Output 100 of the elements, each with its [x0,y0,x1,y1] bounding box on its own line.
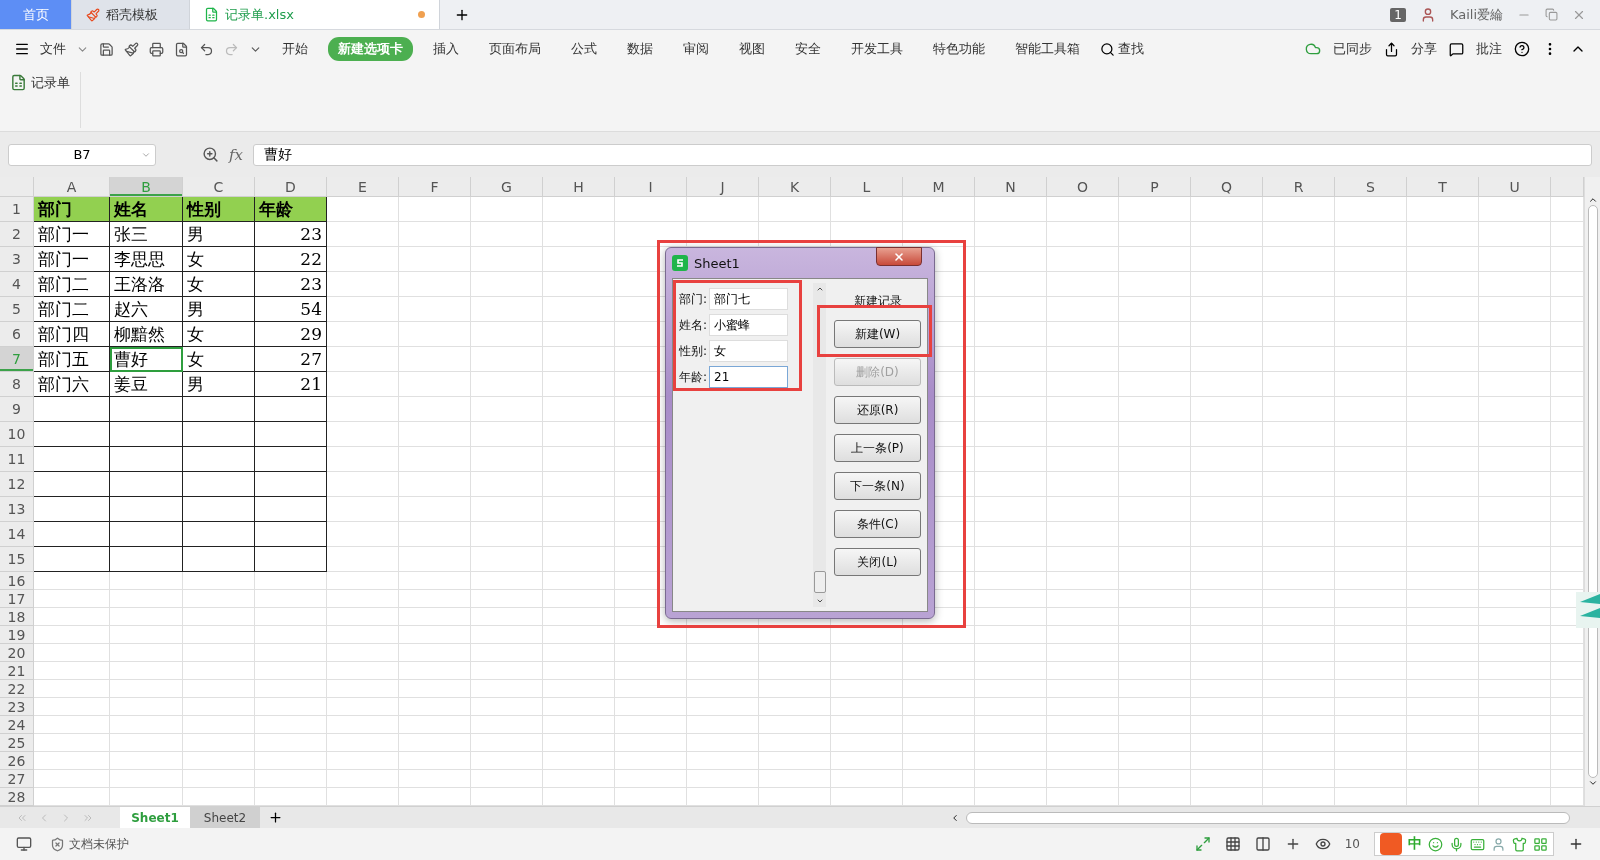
column-header[interactable]: Q [1191,177,1263,197]
row-header[interactable]: 17 [0,590,34,608]
formula-input[interactable]: 曹好 [253,143,1592,166]
column-header[interactable]: G [471,177,543,197]
row-header[interactable]: 15 [0,547,34,572]
row-header[interactable]: 25 [0,734,34,752]
column-header[interactable]: T [1407,177,1479,197]
menu-tab[interactable]: 开发工具 [841,37,913,61]
row-header[interactable]: 6 [0,322,34,347]
share-link[interactable]: 分享 [1411,40,1437,58]
menu-tab[interactable]: 特色功能 [923,37,995,61]
column-header[interactable]: A [34,177,110,197]
row-header[interactable]: 3 [0,247,34,272]
record-form-button[interactable]: 记录单 [31,74,70,92]
header-cell: 部门 [34,197,110,222]
row-header[interactable]: 10 [0,422,34,447]
field-label: 部门: [679,290,708,308]
column-header[interactable]: F [399,177,471,197]
sheet-tab[interactable]: Sheet2 [190,807,260,828]
column-header[interactable]: S [1335,177,1407,197]
window-count-badge[interactable]: 1 [1390,7,1406,22]
zoom-level[interactable]: 10 [1344,837,1360,851]
file-menu[interactable]: 文件 [40,40,66,58]
column-header[interactable]: E [327,177,399,197]
row-header[interactable]: 4 [0,272,34,297]
column-header[interactable]: L [831,177,903,197]
column-header[interactable]: N [975,177,1047,197]
table-cell: 部门二 [34,297,110,322]
dialog-button[interactable]: 条件(C) [834,510,921,538]
table-cell: 男 [183,372,255,397]
row-header[interactable]: 28 [0,788,34,806]
table-cell: 张三 [110,222,183,247]
row-header[interactable]: 14 [0,522,34,547]
field-input[interactable]: 部门七 [709,288,789,310]
menu-tab[interactable]: 开始 [272,37,318,61]
table-cell: 部门六 [34,372,110,397]
menu-tab[interactable]: 数据 [617,37,663,61]
protection-status[interactable]: 文档未保护 [69,835,129,853]
row-header[interactable]: 22 [0,680,34,698]
row-header[interactable]: 19 [0,626,34,644]
field-input[interactable]: 21 [709,366,789,388]
table-cell: 男 [183,297,255,322]
document-tab[interactable]: 稻壳模板 [72,0,190,29]
menu-tab[interactable]: 插入 [423,37,469,61]
find-link[interactable]: 查找 [1118,40,1144,58]
row-header[interactable]: 9 [0,397,34,422]
column-header[interactable]: M [903,177,975,197]
column-header[interactable]: J [687,177,759,197]
row-header[interactable]: 27 [0,770,34,788]
row-header[interactable]: 5 [0,297,34,322]
sync-status[interactable]: 已同步 [1333,40,1372,58]
dialog-button[interactable]: 新建(W) [834,320,921,348]
field-input[interactable]: 女 [709,340,789,362]
dialog-button[interactable]: 还原(R) [834,396,921,424]
row-header[interactable]: 8 [0,372,34,397]
row-header[interactable]: 21 [0,662,34,680]
row-header[interactable]: 20 [0,644,34,662]
row-header[interactable]: 26 [0,752,34,770]
dialog-button[interactable]: 下一条(N) [834,472,921,500]
row-header[interactable]: 18 [0,608,34,626]
column-header[interactable]: I [615,177,687,197]
table-cell: 女 [183,247,255,272]
table-cell: 27 [255,347,327,372]
row-header[interactable]: 12 [0,472,34,497]
dialog-button[interactable]: 上一条(P) [834,434,921,462]
dialog-button[interactable]: 关闭(L) [834,548,921,576]
column-header[interactable]: O [1047,177,1119,197]
menu-tab[interactable]: 安全 [785,37,831,61]
user-name[interactable]: Kaili爱綸 [1449,5,1503,24]
row-header[interactable]: 23 [0,698,34,716]
column-header[interactable]: H [543,177,615,197]
fx-label: fx [229,145,243,164]
row-header[interactable]: 13 [0,497,34,522]
row-header[interactable]: 24 [0,716,34,734]
name-box[interactable]: B7 [8,143,156,166]
column-header[interactable]: K [759,177,831,197]
document-tab[interactable]: 记录单.xlsx [190,0,440,29]
column-header[interactable]: C [183,177,255,197]
row-header[interactable]: 11 [0,447,34,472]
field-input[interactable]: 小蜜蜂 [709,314,789,336]
menu-tab[interactable]: 审阅 [673,37,719,61]
row-header[interactable]: 2 [0,222,34,247]
column-header[interactable]: R [1263,177,1335,197]
column-header[interactable]: D [255,177,327,197]
column-header[interactable]: P [1119,177,1191,197]
comment-link[interactable]: 批注 [1476,40,1502,58]
table-cell: 部门一 [34,222,110,247]
column-header[interactable]: U [1479,177,1551,197]
sheet-tab[interactable]: Sheet1 [120,807,190,828]
menu-tab[interactable]: 视图 [729,37,775,61]
table-cell: 54 [255,297,327,322]
table-cell: 29 [255,322,327,347]
menu-tab[interactable]: 页面布局 [479,37,551,61]
table-cell: 男 [183,222,255,247]
row-header[interactable]: 16 [0,572,34,590]
table-cell: 22 [255,247,327,272]
table-cell: 王洛洛 [110,272,183,297]
menu-tab[interactable]: 公式 [561,37,607,61]
row-header[interactable]: 1 [0,197,34,222]
menu-tab[interactable]: 智能工具箱 [1005,37,1090,61]
